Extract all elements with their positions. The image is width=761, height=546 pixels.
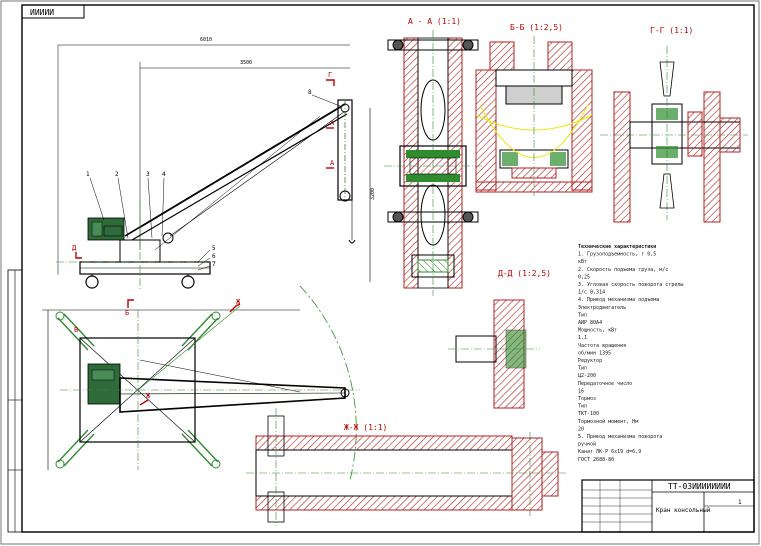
- part-number: 6: [212, 253, 216, 260]
- part-number: 5: [212, 245, 216, 252]
- section-dd-title: Д-Д (1:2,5): [498, 269, 551, 278]
- part-number: 3: [146, 171, 150, 178]
- spec-line: Тип: [578, 404, 587, 410]
- section-dd: Д-Д (1:2,5): [448, 269, 551, 409]
- title-code: ТТ-03ИИИИИИИИ: [668, 482, 731, 491]
- spec-line: 1. Грузоподъемность, т 0,5: [578, 252, 656, 258]
- section-zhzh: Ж-Ж (1:1): [246, 408, 566, 526]
- spec-line: Тип: [578, 366, 587, 372]
- crane-side-view: 6010 3500 3200 1 2 3 4 5 6 7 8 Г А А Б Д: [56, 37, 376, 317]
- dim-overall: 6010: [200, 37, 212, 43]
- spec-line: АИР 80А4: [578, 320, 602, 326]
- view-label-zh: Ж: [236, 298, 241, 306]
- stamp-top-text: ИИИИИ: [30, 8, 54, 17]
- part-number: 1: [86, 171, 90, 178]
- spec-line: 1/с 0,314: [578, 290, 605, 296]
- part-number: 4: [162, 171, 166, 178]
- drawing-sheet: ИИИИИ 6010 3500 3200 1 2 3 4 5 6 7 8 Г А…: [0, 0, 760, 545]
- spec-line: Электродвигатель: [578, 305, 626, 311]
- part-number: 2: [115, 171, 119, 178]
- view-label-a2: А: [330, 159, 335, 167]
- part-number: 8: [308, 89, 312, 96]
- spec-line: Технические характеристики: [578, 244, 656, 250]
- spec-line: Тормоз: [578, 396, 596, 402]
- spec-line: 16: [578, 388, 584, 394]
- spec-line: 4. Привод механизма подъема: [578, 297, 659, 303]
- spec-line: Мощность, кВт: [578, 328, 617, 334]
- spec-line: об/мин 1395: [578, 349, 611, 356]
- section-aa: А - А (1:1): [384, 17, 482, 296]
- spec-line: 20: [578, 426, 584, 432]
- spec-line: ручной: [578, 442, 596, 448]
- spec-line: Ц2-200: [578, 373, 596, 379]
- spec-line: Редуктор: [578, 358, 602, 364]
- view-label-zh2: Ж: [146, 392, 151, 400]
- spec-line: 2. Скорость подъема груза, м/с: [578, 267, 668, 273]
- spec-line: 3. Угловая скорость поворота стрелы: [578, 282, 683, 288]
- spec-line: 5. Привод механизма поворота: [578, 434, 662, 440]
- spec-line: Канат ЛК-Р 6х19 d=6,9: [578, 449, 641, 455]
- dim-span: 3500: [240, 60, 252, 66]
- technical-specs: Технические характеристики 1. Грузоподъем…: [578, 244, 683, 463]
- part-number: 7: [212, 261, 216, 268]
- spec-line: ТКТ-100: [578, 411, 599, 417]
- view-label-d: Д: [72, 244, 77, 252]
- section-gg-title: Г-Г (1:1): [650, 26, 693, 35]
- spec-line: Передаточное число: [578, 381, 632, 387]
- spec-line: ГОСТ 2688-80: [578, 457, 614, 463]
- top-stamp: ИИИИИ: [21, 4, 85, 19]
- view-label-v: В: [74, 326, 78, 334]
- title-name: Кран консольный: [656, 507, 711, 514]
- spec-line: кВт: [578, 259, 587, 265]
- section-bb: Б-Б (1:2,5): [475, 23, 593, 196]
- section-aa-title: А - А (1:1): [408, 17, 461, 26]
- spec-line: Тормозной момент, Нм: [578, 419, 638, 425]
- view-label-g: Г: [328, 71, 332, 79]
- crane-plan-view: Ж Ж В: [42, 285, 360, 481]
- spec-line: 1,1: [578, 335, 587, 341]
- spec-line: Тип: [578, 312, 587, 318]
- section-bb-title: Б-Б (1:2,5): [510, 23, 563, 32]
- section-zhzh-title: Ж-Ж (1:1): [344, 423, 387, 432]
- section-gg: Г-Г (1:1): [600, 26, 748, 223]
- sheet-number: 1: [738, 499, 742, 506]
- spec-line: 0,25: [578, 274, 590, 280]
- dim-height: 3200: [370, 188, 376, 200]
- spec-line: Частота вращения: [578, 343, 626, 349]
- view-label-a: А: [330, 119, 335, 127]
